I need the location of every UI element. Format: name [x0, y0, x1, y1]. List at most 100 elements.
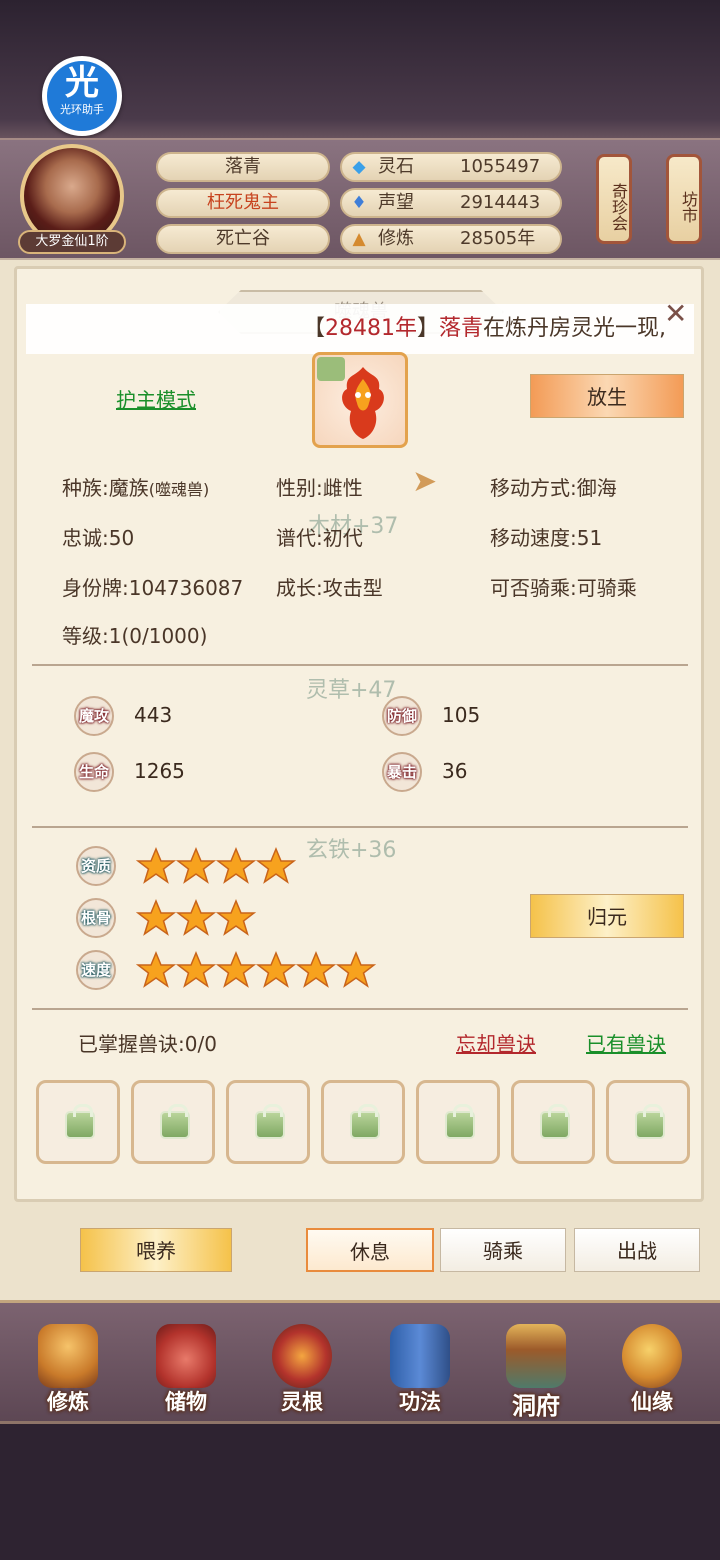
nav-label: 洞府 [512, 1392, 560, 1420]
broadcast-text: 在炼丹房灵光一现, [483, 316, 666, 341]
resource-spirit-stone: ◆ 灵石 1055497 [340, 152, 562, 182]
resource-watermark-herb: 灵草+47 [306, 678, 397, 703]
nav-label: 功法 [399, 1390, 441, 1414]
resource-value: 28505年 [460, 228, 536, 249]
nav-cave-dwelling[interactable]: 洞府 [486, 1320, 586, 1420]
health-value: 1265 [134, 759, 185, 783]
resource-label: 灵石 [378, 156, 414, 177]
owned-skills-link[interactable]: 已有兽诀 [586, 1028, 666, 1057]
critical-icon: 暴击 [382, 752, 422, 792]
magic-attack-icon: 魔攻 [74, 696, 114, 736]
critical-value: 36 [442, 759, 468, 783]
pet-portrait[interactable] [312, 352, 408, 448]
skills-mastered: 已掌握兽诀:0/0 [78, 1032, 217, 1056]
player-location: 死亡谷 [156, 224, 330, 254]
nav-label: 仙缘 [631, 1390, 673, 1414]
release-button[interactable]: 放生 [530, 374, 684, 418]
nav-storage[interactable]: 储物 [136, 1320, 236, 1420]
helper-badge-icon: 光 光环助手 [47, 61, 117, 131]
fire-beast-icon [342, 367, 384, 439]
battle-button[interactable]: 出战 [574, 1228, 700, 1272]
lock-icon [350, 1104, 380, 1139]
star-icon [256, 951, 296, 988]
guard-mode-link[interactable]: 护主模式 [116, 384, 196, 413]
player-title[interactable]: 枉死鬼主 [156, 188, 330, 218]
reputation-icon: ♦ [351, 193, 367, 213]
move-speed-info: 移动速度:51 [490, 526, 603, 550]
resource-cultivation: ▲ 修炼 28505年 [340, 224, 562, 254]
nav-spirit-root[interactable]: 灵根 [252, 1320, 352, 1420]
speed-stars [136, 950, 376, 990]
constitution-stars [136, 898, 256, 938]
market-label: 坊市 [679, 191, 698, 223]
forget-skill-link[interactable]: 忘却兽诀 [456, 1028, 536, 1057]
player-name: 落青 [156, 152, 330, 182]
growth-info: 成长:攻击型 [276, 576, 383, 600]
star-icon [336, 951, 376, 988]
defense-icon: 防御 [382, 696, 422, 736]
skill-slot[interactable] [131, 1080, 215, 1164]
gender-info: 性别:雌性 [276, 476, 363, 500]
id-tag-info: 身份牌:104736087 [62, 576, 244, 600]
skill-slot[interactable] [36, 1080, 120, 1164]
star-icon [216, 899, 256, 936]
star-icon [256, 847, 296, 884]
resource-label: 修炼 [378, 228, 414, 249]
treasure-auction-label: 奇珍会 [609, 183, 628, 231]
broadcast-year: 28481年 [324, 316, 417, 341]
skill-slot[interactable] [511, 1080, 595, 1164]
market-button[interactable]: 坊市 [666, 154, 702, 244]
rest-button[interactable]: 休息 [306, 1228, 434, 1272]
spirit-stone-icon: ◆ [352, 157, 366, 177]
speed-icon: 速度 [76, 950, 116, 990]
race-info: 种族:魔族(噬魂兽) [62, 472, 209, 501]
constitution-icon: 根骨 [76, 898, 116, 938]
resource-reputation: ♦ 声望 2914443 [340, 188, 562, 218]
lock-icon [255, 1104, 285, 1139]
nav-fortune[interactable]: 仙缘 [602, 1320, 702, 1420]
skill-slot[interactable] [606, 1080, 690, 1164]
arrow-right-icon[interactable]: ➤ [412, 466, 444, 498]
star-icon [176, 847, 216, 884]
lock-icon [540, 1104, 570, 1139]
nav-label: 储物 [165, 1390, 207, 1414]
nav-label: 灵根 [281, 1390, 323, 1414]
lock-icon [445, 1104, 475, 1139]
section-divider [32, 826, 688, 828]
star-icon [136, 899, 176, 936]
nav-techniques[interactable]: 功法 [370, 1320, 470, 1420]
level-info: 等级:1(0/1000) [62, 624, 208, 648]
ride-button[interactable]: 骑乘 [440, 1228, 566, 1272]
helper-badge[interactable]: 光 光环助手 [42, 56, 122, 136]
rideable-info: 可否骑乘:可骑乘 [490, 576, 637, 600]
section-divider [32, 664, 688, 666]
lock-icon [160, 1104, 190, 1139]
triskelion-icon [272, 1324, 332, 1388]
star-icon [136, 847, 176, 884]
bracket-open: 【 [302, 316, 325, 341]
star-icon [216, 951, 256, 988]
star-icon [296, 951, 336, 988]
resource-value: 1055497 [460, 156, 541, 177]
realm-badge: 大罗金仙1阶 [18, 230, 126, 254]
skill-slot[interactable] [321, 1080, 405, 1164]
book-icon [390, 1324, 450, 1388]
meditating-monk-icon [38, 1324, 98, 1388]
defense-value: 105 [442, 703, 481, 727]
skill-slot[interactable] [226, 1080, 310, 1164]
feed-button[interactable]: 喂养 [80, 1228, 232, 1272]
bottom-background [0, 1424, 720, 1560]
race-label: 种族: [62, 476, 109, 500]
close-icon[interactable]: ✕ [664, 300, 692, 328]
temple-icon [506, 1324, 566, 1388]
cultivation-icon: ▲ [352, 229, 366, 249]
aptitude-stars [136, 846, 296, 886]
generation-info: 谱代:初代 [276, 526, 363, 550]
nav-cultivate[interactable]: 修炼 [18, 1320, 118, 1420]
skill-slot[interactable] [416, 1080, 500, 1164]
move-mode-info: 移动方式:御海 [490, 476, 617, 500]
treasure-auction-button[interactable]: 奇珍会 [596, 154, 632, 244]
reset-button[interactable]: 归元 [530, 894, 684, 938]
broadcast-ticker: 【28481年】落青在炼丹房灵光一现, [26, 304, 694, 354]
lock-icon [65, 1104, 95, 1139]
